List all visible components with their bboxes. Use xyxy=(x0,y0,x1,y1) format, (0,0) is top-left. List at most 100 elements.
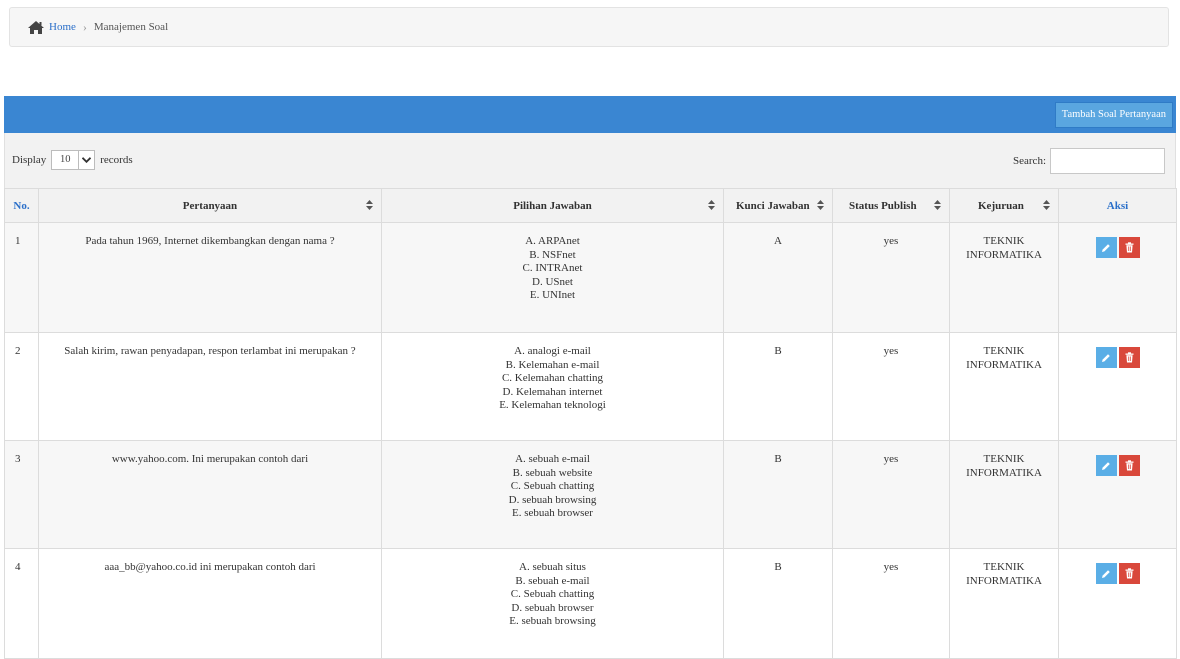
answer-option: C. Kelemahan chatting xyxy=(501,372,604,384)
page-length-control: Display 10 records xyxy=(12,150,133,170)
trash-icon xyxy=(1125,352,1133,363)
answer-key: B xyxy=(723,548,833,659)
breadcrumb-current: Manajemen Soal xyxy=(93,21,169,33)
pencil-icon xyxy=(1102,461,1110,470)
add-question-button[interactable]: Tambah Soal Pertanyaan xyxy=(1054,102,1173,128)
trash-icon xyxy=(1125,568,1133,579)
search-control: Search: xyxy=(1013,148,1165,174)
question-text: Pada tahun 1969, Internet dikembangkan d… xyxy=(38,222,382,333)
answer-option: D. Kelemahan internet xyxy=(502,385,603,398)
answer-option: E. sebuah browsing xyxy=(509,615,596,627)
answer-option: E. Kelemahan teknologi xyxy=(499,399,606,411)
answer-option: D. sebuah browser xyxy=(511,601,594,614)
column-header-kunci-jawaban[interactable]: Kunci Jawaban xyxy=(723,188,833,223)
answer-key: A xyxy=(723,222,833,333)
column-header-kejuruan[interactable]: Kejuruan xyxy=(949,188,1059,223)
table-row: 3 www.yahoo.com. Ini merupakan contoh da… xyxy=(4,440,1177,549)
delete-button[interactable] xyxy=(1118,455,1140,476)
table-row: 1 Pada tahun 1969, Internet dikembangkan… xyxy=(4,222,1177,333)
answer-option: D. USnet xyxy=(532,275,573,288)
publish-status: yes xyxy=(832,440,950,549)
publish-status: yes xyxy=(832,548,950,659)
publish-status: yes xyxy=(832,222,950,333)
department: TEKNIK INFORMATIKA xyxy=(949,548,1059,659)
page-length-select[interactable]: 10 xyxy=(51,150,96,170)
questions-table: No. Pertanyaan Pilihan Jawaban Kunci Jaw… xyxy=(4,188,1177,659)
answer-option: A. sebuah situs xyxy=(519,561,586,573)
answer-option: E. UNInet xyxy=(529,289,576,301)
column-header-pertanyaan[interactable]: Pertanyaan xyxy=(38,188,382,223)
delete-button[interactable] xyxy=(1118,347,1140,368)
answer-option: A. ARPAnet xyxy=(525,235,580,247)
answer-option: C. INTRAnet xyxy=(522,262,583,274)
answer-option: D. sebuah browsing xyxy=(508,493,597,506)
chevron-down-icon[interactable] xyxy=(78,151,94,169)
delete-button[interactable] xyxy=(1118,237,1140,258)
sort-icon[interactable] xyxy=(934,200,941,210)
trash-icon xyxy=(1125,460,1133,471)
row-number: 4 xyxy=(4,548,39,659)
answer-option: B. Kelemahan e-mail xyxy=(505,358,600,371)
pencil-icon xyxy=(1102,243,1110,252)
answer-option: B. sebuah e-mail xyxy=(515,574,590,587)
answer-option: C. Sebuah chatting xyxy=(510,480,595,492)
edit-button[interactable] xyxy=(1095,237,1117,258)
column-header-pilihan-jawaban[interactable]: Pilihan Jawaban xyxy=(381,188,724,223)
display-label: Display xyxy=(12,154,47,166)
question-text: aaa_bb@yahoo.co.id ini merupakan contoh … xyxy=(38,548,382,659)
breadcrumb-home-label[interactable]: Home xyxy=(49,21,76,33)
breadcrumb-home-link[interactable]: Home xyxy=(28,20,76,34)
pencil-icon xyxy=(1102,353,1110,362)
breadcrumb-separator: › xyxy=(82,19,87,34)
row-actions xyxy=(1058,440,1177,549)
question-text: Salah kirim, rawan penyadapan, respon te… xyxy=(38,332,382,441)
sort-icon[interactable] xyxy=(366,200,373,210)
column-header-no: No. xyxy=(4,188,39,223)
sort-icon[interactable] xyxy=(1043,200,1050,210)
home-icon xyxy=(28,20,44,34)
answer-option: B. NSFnet xyxy=(529,248,576,261)
department: TEKNIK INFORMATIKA xyxy=(949,332,1059,441)
edit-button[interactable] xyxy=(1095,563,1117,584)
row-number: 3 xyxy=(4,440,39,549)
pencil-icon xyxy=(1102,569,1110,578)
column-header-status-publish[interactable]: Status Publish xyxy=(832,188,950,223)
table-toolbar: Display 10 records Search: xyxy=(4,133,1176,188)
row-number: 1 xyxy=(4,222,39,333)
column-header-aksi: Aksi xyxy=(1058,188,1177,223)
sort-icon[interactable] xyxy=(708,200,715,210)
table-row: 4 aaa_bb@yahoo.co.id ini merupakan conto… xyxy=(4,548,1177,659)
table-header-row: No. Pertanyaan Pilihan Jawaban Kunci Jaw… xyxy=(4,188,1177,223)
answer-options: A. ARPAnet B. NSFnet C. INTRAnet D. USne… xyxy=(381,222,724,333)
records-label: records xyxy=(100,154,133,166)
department: TEKNIK INFORMATIKA xyxy=(949,440,1059,549)
search-label: Search: xyxy=(1013,155,1046,167)
answer-options: A. analogi e-mail B. Kelemahan e-mail C.… xyxy=(381,332,724,441)
answer-key: B xyxy=(723,440,833,549)
answer-option: B. sebuah website xyxy=(512,466,593,479)
edit-button[interactable] xyxy=(1095,455,1117,476)
publish-status: yes xyxy=(832,332,950,441)
question-text: www.yahoo.com. Ini merupakan contoh dari xyxy=(38,440,382,549)
answer-option: A. analogi e-mail xyxy=(514,345,591,357)
answer-option: C. Sebuah chatting xyxy=(510,588,595,600)
question-panel: Tambah Soal Pertanyaan Display 10 record… xyxy=(4,96,1177,659)
edit-button[interactable] xyxy=(1095,347,1117,368)
row-actions xyxy=(1058,332,1177,441)
answer-option: E. sebuah browser xyxy=(512,507,593,519)
panel-header: Tambah Soal Pertanyaan xyxy=(4,96,1176,133)
breadcrumb: Home › Manajemen Soal xyxy=(9,7,1169,47)
page-length-value[interactable]: 10 xyxy=(52,151,78,169)
trash-icon xyxy=(1125,242,1133,253)
row-actions xyxy=(1058,548,1177,659)
answer-option: A. sebuah e-mail xyxy=(515,453,590,465)
answer-key: B xyxy=(723,332,833,441)
delete-button[interactable] xyxy=(1118,563,1140,584)
table-row: 2 Salah kirim, rawan penyadapan, respon … xyxy=(4,332,1177,441)
row-actions xyxy=(1058,222,1177,333)
sort-icon[interactable] xyxy=(817,200,824,210)
answer-options: A. sebuah situs B. sebuah e-mail C. Sebu… xyxy=(381,548,724,659)
answer-options: A. sebuah e-mail B. sebuah website C. Se… xyxy=(381,440,724,549)
search-input[interactable] xyxy=(1050,148,1165,174)
row-number: 2 xyxy=(4,332,39,441)
